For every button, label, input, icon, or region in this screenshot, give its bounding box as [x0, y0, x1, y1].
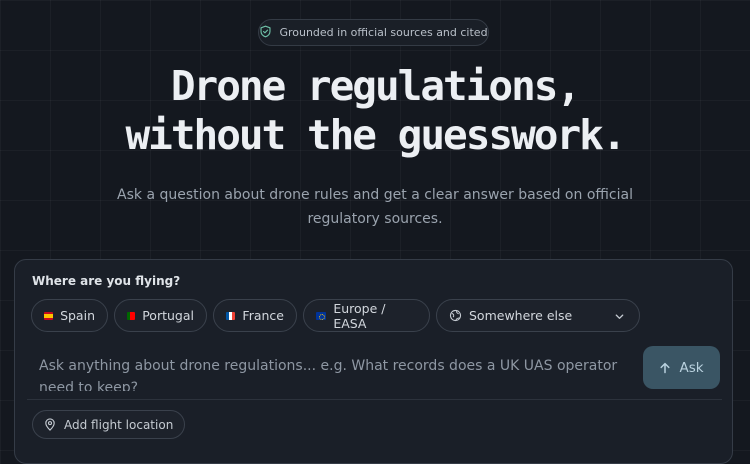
ask-button-label: Ask	[679, 359, 704, 376]
location-chip-france[interactable]: France	[213, 299, 297, 332]
location-select-somewhere-else[interactable]: Somewhere else	[436, 299, 640, 332]
eu-flag-icon	[316, 311, 327, 320]
question-card: Where are you flying? Spain Portugal Fra…	[14, 259, 733, 464]
france-flag-icon	[226, 311, 236, 320]
location-chip-label: France	[242, 308, 284, 323]
spain-flag-icon	[44, 311, 54, 320]
page-title: Drone regulations, without the guesswork…	[0, 62, 750, 160]
location-chip-europe-easa[interactable]: Europe / EASA	[303, 299, 430, 332]
grounded-badge: Grounded in official sources and cited	[258, 19, 489, 46]
location-chip-label: Spain	[60, 308, 95, 323]
location-prompt: Where are you flying?	[32, 274, 181, 288]
chevron-down-icon	[614, 310, 625, 321]
title-line-2: without the guesswork.	[125, 111, 626, 159]
question-input[interactable]: Ask anything about drone regulations... …	[39, 355, 629, 391]
globe-icon	[449, 309, 462, 322]
ask-button[interactable]: Ask	[643, 346, 720, 389]
location-chip-label: Portugal	[142, 308, 194, 323]
badge-text: Grounded in official sources and cited	[279, 26, 488, 39]
location-chip-spain[interactable]: Spain	[31, 299, 108, 332]
add-flight-location-button[interactable]: Add flight location	[32, 410, 186, 439]
location-chip-label: Somewhere else	[469, 308, 573, 323]
page-subtitle: Ask a question about drone rules and get…	[117, 187, 633, 227]
shield-check-icon	[259, 25, 272, 41]
map-pin-icon	[44, 418, 56, 431]
title-line-1: Drone regulations,	[170, 62, 581, 110]
location-chip-label: Europe / EASA	[333, 300, 386, 331]
add-flight-location-label: Add flight location	[64, 417, 174, 432]
card-divider	[27, 399, 722, 400]
location-chip-portugal[interactable]: Portugal	[114, 299, 207, 332]
portugal-flag-icon	[127, 311, 136, 320]
arrow-up-icon	[659, 362, 671, 374]
